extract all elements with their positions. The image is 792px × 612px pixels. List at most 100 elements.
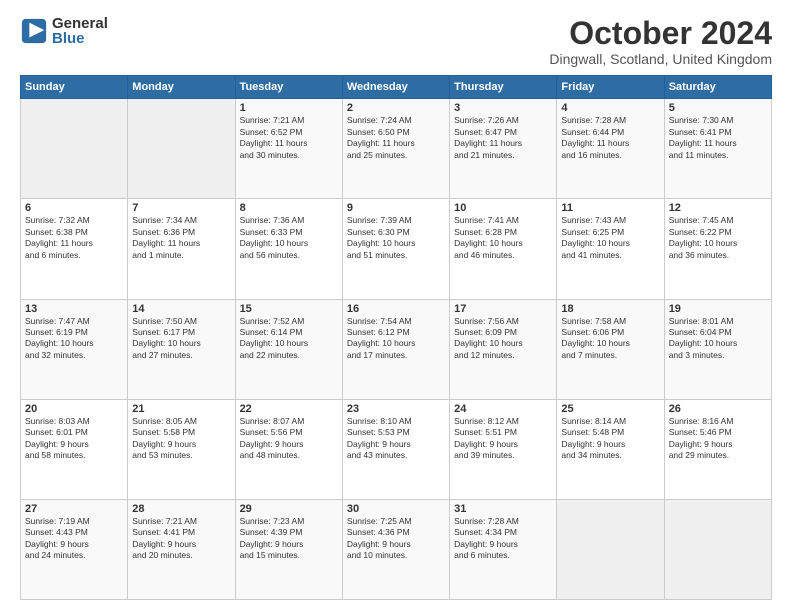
day-info: Sunrise: 7:25 AM Sunset: 4:36 PM Dayligh… [347,516,445,562]
day-info: Sunrise: 7:54 AM Sunset: 6:12 PM Dayligh… [347,316,445,362]
day-info: Sunrise: 7:26 AM Sunset: 6:47 PM Dayligh… [454,115,552,161]
calendar-week-row: 1Sunrise: 7:21 AM Sunset: 6:52 PM Daylig… [21,99,772,199]
table-row: 4Sunrise: 7:28 AM Sunset: 6:44 PM Daylig… [557,99,664,199]
calendar-week-row: 6Sunrise: 7:32 AM Sunset: 6:38 PM Daylig… [21,199,772,299]
day-number: 22 [240,403,338,415]
table-row: 19Sunrise: 8:01 AM Sunset: 6:04 PM Dayli… [664,299,771,399]
day-number: 27 [25,503,123,515]
day-number: 25 [561,403,659,415]
day-number: 8 [240,202,338,214]
table-row: 22Sunrise: 8:07 AM Sunset: 5:56 PM Dayli… [235,399,342,499]
day-info: Sunrise: 7:28 AM Sunset: 4:34 PM Dayligh… [454,516,552,562]
header-friday: Friday [557,76,664,99]
table-row: 23Sunrise: 8:10 AM Sunset: 5:53 PM Dayli… [342,399,449,499]
table-row: 30Sunrise: 7:25 AM Sunset: 4:36 PM Dayli… [342,499,449,599]
day-info: Sunrise: 7:36 AM Sunset: 6:33 PM Dayligh… [240,215,338,261]
day-info: Sunrise: 7:52 AM Sunset: 6:14 PM Dayligh… [240,316,338,362]
day-number: 9 [347,202,445,214]
table-row: 28Sunrise: 7:21 AM Sunset: 4:41 PM Dayli… [128,499,235,599]
table-row: 17Sunrise: 7:56 AM Sunset: 6:09 PM Dayli… [450,299,557,399]
day-number: 5 [669,102,767,114]
day-number: 30 [347,503,445,515]
logo-blue: Blue [52,31,108,46]
table-row: 25Sunrise: 8:14 AM Sunset: 5:48 PM Dayli… [557,399,664,499]
day-number: 11 [561,202,659,214]
day-info: Sunrise: 7:21 AM Sunset: 4:41 PM Dayligh… [132,516,230,562]
day-number: 23 [347,403,445,415]
day-number: 10 [454,202,552,214]
day-number: 20 [25,403,123,415]
day-info: Sunrise: 7:32 AM Sunset: 6:38 PM Dayligh… [25,215,123,261]
table-row: 26Sunrise: 8:16 AM Sunset: 5:46 PM Dayli… [664,399,771,499]
header-sunday: Sunday [21,76,128,99]
day-info: Sunrise: 7:21 AM Sunset: 6:52 PM Dayligh… [240,115,338,161]
calendar-table: Sunday Monday Tuesday Wednesday Thursday… [20,75,772,600]
table-row: 29Sunrise: 7:23 AM Sunset: 4:39 PM Dayli… [235,499,342,599]
header-tuesday: Tuesday [235,76,342,99]
day-number: 18 [561,303,659,315]
day-number: 24 [454,403,552,415]
day-number: 28 [132,503,230,515]
page: General Blue October 2024 Dingwall, Scot… [0,0,792,612]
day-number: 14 [132,303,230,315]
day-info: Sunrise: 8:07 AM Sunset: 5:56 PM Dayligh… [240,416,338,462]
day-info: Sunrise: 8:14 AM Sunset: 5:48 PM Dayligh… [561,416,659,462]
day-number: 26 [669,403,767,415]
day-number: 4 [561,102,659,114]
table-row [128,99,235,199]
logo: General Blue [20,16,108,46]
day-info: Sunrise: 7:45 AM Sunset: 6:22 PM Dayligh… [669,215,767,261]
day-info: Sunrise: 8:05 AM Sunset: 5:58 PM Dayligh… [132,416,230,462]
day-info: Sunrise: 7:41 AM Sunset: 6:28 PM Dayligh… [454,215,552,261]
table-row: 12Sunrise: 7:45 AM Sunset: 6:22 PM Dayli… [664,199,771,299]
day-number: 3 [454,102,552,114]
table-row: 27Sunrise: 7:19 AM Sunset: 4:43 PM Dayli… [21,499,128,599]
table-row: 3Sunrise: 7:26 AM Sunset: 6:47 PM Daylig… [450,99,557,199]
day-number: 12 [669,202,767,214]
table-row: 6Sunrise: 7:32 AM Sunset: 6:38 PM Daylig… [21,199,128,299]
header-thursday: Thursday [450,76,557,99]
day-info: Sunrise: 7:47 AM Sunset: 6:19 PM Dayligh… [25,316,123,362]
day-info: Sunrise: 7:39 AM Sunset: 6:30 PM Dayligh… [347,215,445,261]
day-info: Sunrise: 8:03 AM Sunset: 6:01 PM Dayligh… [25,416,123,462]
logo-general: General [52,16,108,31]
header-monday: Monday [128,76,235,99]
day-number: 31 [454,503,552,515]
day-number: 7 [132,202,230,214]
table-row: 20Sunrise: 8:03 AM Sunset: 6:01 PM Dayli… [21,399,128,499]
table-row: 10Sunrise: 7:41 AM Sunset: 6:28 PM Dayli… [450,199,557,299]
day-number: 21 [132,403,230,415]
calendar-header-row: Sunday Monday Tuesday Wednesday Thursday… [21,76,772,99]
day-info: Sunrise: 8:01 AM Sunset: 6:04 PM Dayligh… [669,316,767,362]
table-row: 2Sunrise: 7:24 AM Sunset: 6:50 PM Daylig… [342,99,449,199]
day-number: 15 [240,303,338,315]
logo-icon [20,17,48,45]
table-row: 14Sunrise: 7:50 AM Sunset: 6:17 PM Dayli… [128,299,235,399]
day-number: 19 [669,303,767,315]
title-block: October 2024 Dingwall, Scotland, United … [549,16,772,67]
day-info: Sunrise: 7:56 AM Sunset: 6:09 PM Dayligh… [454,316,552,362]
table-row: 13Sunrise: 7:47 AM Sunset: 6:19 PM Dayli… [21,299,128,399]
calendar-week-row: 20Sunrise: 8:03 AM Sunset: 6:01 PM Dayli… [21,399,772,499]
header-wednesday: Wednesday [342,76,449,99]
table-row: 24Sunrise: 8:12 AM Sunset: 5:51 PM Dayli… [450,399,557,499]
table-row: 31Sunrise: 7:28 AM Sunset: 4:34 PM Dayli… [450,499,557,599]
table-row [21,99,128,199]
day-number: 17 [454,303,552,315]
day-number: 16 [347,303,445,315]
table-row: 5Sunrise: 7:30 AM Sunset: 6:41 PM Daylig… [664,99,771,199]
table-row: 7Sunrise: 7:34 AM Sunset: 6:36 PM Daylig… [128,199,235,299]
day-info: Sunrise: 7:24 AM Sunset: 6:50 PM Dayligh… [347,115,445,161]
month-title: October 2024 [549,16,772,51]
day-number: 2 [347,102,445,114]
header: General Blue October 2024 Dingwall, Scot… [20,16,772,67]
day-info: Sunrise: 7:23 AM Sunset: 4:39 PM Dayligh… [240,516,338,562]
day-info: Sunrise: 7:30 AM Sunset: 6:41 PM Dayligh… [669,115,767,161]
table-row: 1Sunrise: 7:21 AM Sunset: 6:52 PM Daylig… [235,99,342,199]
logo-text: General Blue [52,16,108,46]
day-info: Sunrise: 8:12 AM Sunset: 5:51 PM Dayligh… [454,416,552,462]
day-info: Sunrise: 8:10 AM Sunset: 5:53 PM Dayligh… [347,416,445,462]
table-row [664,499,771,599]
table-row [557,499,664,599]
table-row: 21Sunrise: 8:05 AM Sunset: 5:58 PM Dayli… [128,399,235,499]
